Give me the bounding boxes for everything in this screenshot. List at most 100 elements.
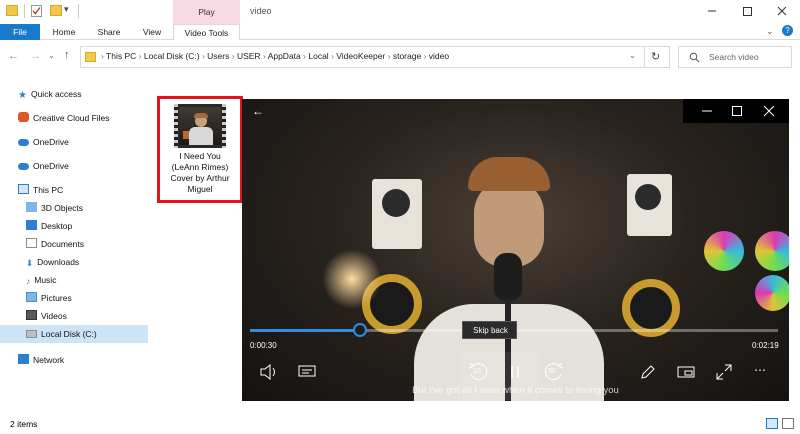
search-input[interactable]: Search video	[678, 46, 792, 68]
back-arrow-icon[interactable]: ←	[252, 104, 264, 118]
tooltip-skip-back: Skip back	[462, 321, 517, 339]
sidebar-item-music[interactable]: ♪ Music	[26, 272, 56, 288]
item-count: 2 items	[10, 419, 38, 429]
video-thumbnail	[174, 104, 226, 148]
crumb-videokeeper[interactable]: VideoKeeper	[336, 51, 385, 61]
seek-thumb[interactable]	[352, 323, 367, 337]
properties-icon[interactable]	[31, 5, 42, 17]
sidebar-item-quick-access[interactable]: ★ Quick access	[18, 86, 82, 102]
tab-file[interactable]: File	[0, 24, 40, 40]
skip-forward-button[interactable]: 30	[540, 361, 570, 385]
close-icon[interactable]	[763, 105, 775, 117]
window-title: video	[250, 6, 272, 16]
search-icon	[689, 52, 700, 63]
tab-home[interactable]: Home	[45, 24, 83, 40]
crumb-user[interactable]: USER	[237, 51, 261, 61]
crumb-video[interactable]: video	[429, 51, 449, 61]
crumb-this-pc[interactable]: This PC	[106, 51, 136, 61]
title-bar: ▾ Play video	[0, 0, 800, 24]
qat-dropdown-icon[interactable]: ▾	[64, 4, 69, 15]
refresh-icon[interactable]: ↻	[651, 50, 660, 63]
sidebar-item-local-disk[interactable]: Local Disk (C:)	[26, 326, 97, 342]
seek-bar-fill	[250, 329, 360, 332]
more-options-icon[interactable]: ⋯	[754, 363, 767, 377]
subtitles-icon[interactable]	[298, 365, 316, 379]
videos-icon	[26, 310, 37, 320]
navigation-bar: ← → ⌄ ↑ › This PC › Local Disk (C:) › Us…	[0, 44, 800, 70]
sidebar-item-onedrive-2[interactable]: OneDrive	[18, 158, 69, 174]
sidebar-item-videos[interactable]: Videos	[26, 308, 67, 324]
up-icon[interactable]: ↑	[64, 49, 70, 61]
singer-cap	[468, 157, 550, 191]
network-icon	[18, 354, 29, 364]
tab-video-tools[interactable]: Video Tools	[173, 24, 240, 40]
rgb-fan-1	[704, 231, 744, 271]
crumb-users[interactable]: Users	[207, 51, 229, 61]
desktop-icon	[26, 220, 37, 230]
computer-icon	[18, 184, 29, 194]
recent-locations-icon[interactable]: ⌄	[48, 51, 55, 60]
sidebar-item-downloads[interactable]: ⬇ Downloads	[26, 254, 79, 270]
cube-icon	[26, 202, 37, 212]
sidebar-item-3d-objects[interactable]: 3D Objects	[26, 200, 83, 216]
video-player-window: ← 0:00:30 0:02:19 Skip back 10 30 ⋯ But …	[242, 99, 789, 401]
player-window-controls	[683, 99, 789, 123]
forward-icon[interactable]: →	[30, 50, 41, 62]
new-folder-icon[interactable]	[50, 5, 62, 16]
pause-icon[interactable]	[508, 364, 522, 380]
expand-ribbon-icon[interactable]: ⌄	[766, 26, 774, 37]
crumb-local-disk[interactable]: Local Disk (C:)	[144, 51, 200, 61]
microphone	[494, 253, 522, 301]
sidebar-item-this-pc[interactable]: This PC	[18, 182, 63, 198]
rgb-fan-3	[755, 275, 789, 311]
volume-icon[interactable]	[260, 364, 278, 380]
close-button[interactable]	[774, 2, 790, 20]
creative-cloud-icon	[18, 112, 29, 122]
sidebar-item-documents[interactable]: Documents	[26, 236, 84, 252]
maximize-button[interactable]	[739, 2, 755, 20]
skip-back-button[interactable]: 10	[464, 361, 494, 385]
download-icon: ⬇	[26, 258, 34, 268]
music-icon: ♪	[26, 276, 31, 286]
crumb-storage[interactable]: storage	[393, 51, 421, 61]
back-icon[interactable]: ←	[8, 50, 19, 62]
skip-back-icon: 10	[473, 368, 481, 375]
large-icons-view-icon[interactable]	[782, 418, 794, 429]
disk-icon	[26, 330, 37, 338]
folder-icon	[85, 52, 96, 62]
elapsed-time: 0:00:30	[250, 341, 277, 350]
tab-view[interactable]: View	[133, 24, 171, 40]
address-field[interactable]: › This PC › Local Disk (C:) › Users › US…	[80, 46, 670, 68]
maximize-icon[interactable]	[731, 105, 743, 117]
cloud-icon	[18, 163, 29, 170]
crumb-appdata[interactable]: AppData	[268, 51, 301, 61]
pictures-icon	[26, 292, 37, 302]
minimize-button[interactable]	[704, 2, 720, 20]
edit-icon[interactable]	[640, 364, 656, 380]
sidebar-item-desktop[interactable]: Desktop	[26, 218, 72, 234]
sidebar-item-pictures[interactable]: Pictures	[26, 290, 72, 306]
lamp-glow	[322, 249, 382, 309]
breadcrumb: › This PC › Local Disk (C:) › Users › US…	[101, 51, 450, 61]
cloud-icon	[18, 139, 29, 146]
crumb-local[interactable]: Local	[308, 51, 328, 61]
navigation-pane: ★ Quick access Creative Cloud Files OneDr…	[0, 80, 150, 410]
sidebar-item-creative-cloud[interactable]: Creative Cloud Files	[18, 110, 110, 126]
skip-forward-icon: 30	[548, 368, 556, 375]
star-icon: ★	[18, 90, 27, 101]
mini-view-icon[interactable]	[677, 366, 695, 378]
remaining-time: 0:02:19	[752, 341, 779, 350]
file-name: I Need You (LeAnn Rimes) Cover by Arthur…	[170, 151, 230, 194]
address-dropdown-icon[interactable]: ⌄	[629, 51, 636, 60]
file-item-video[interactable]: I Need You (LeAnn Rimes) Cover by Arthur…	[163, 102, 237, 198]
rgb-fan-2	[755, 231, 789, 271]
tab-share[interactable]: Share	[88, 24, 130, 40]
help-icon[interactable]: ?	[782, 25, 793, 36]
minimize-icon[interactable]	[701, 105, 713, 117]
sidebar-item-network[interactable]: Network	[18, 352, 64, 368]
fullscreen-icon[interactable]	[716, 364, 732, 380]
details-view-icon[interactable]	[766, 418, 778, 429]
documents-icon	[26, 238, 37, 248]
play-contextual-tab: Play	[173, 0, 240, 24]
sidebar-item-onedrive-1[interactable]: OneDrive	[18, 134, 69, 150]
